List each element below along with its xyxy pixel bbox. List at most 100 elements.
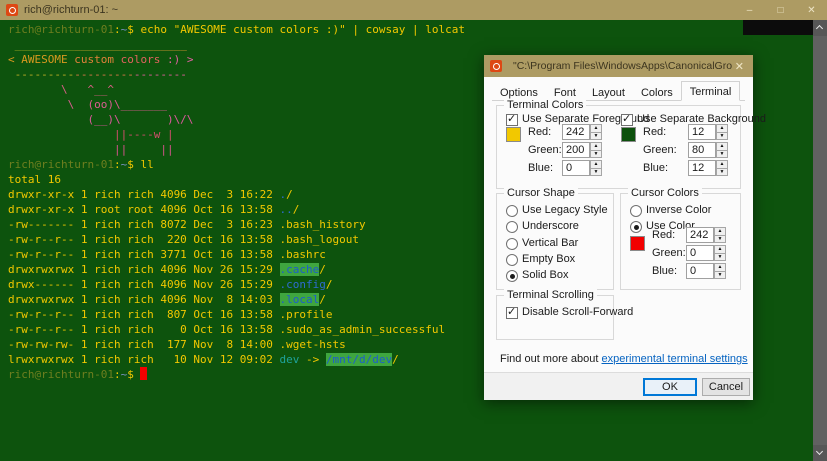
bg-green-spinner[interactable]: ▲▼	[716, 142, 728, 158]
spin-down-icon[interactable]: ▼	[714, 254, 726, 262]
terminal-text-segment: _________	[74, 38, 134, 51]
chevron-up-icon	[816, 25, 823, 32]
spin-down-icon[interactable]: ▼	[716, 169, 728, 177]
experimental-settings-link[interactable]: experimental terminal settings	[602, 353, 748, 365]
fg-green-value[interactable]: 200	[562, 142, 590, 158]
use-separate-background-checkbox[interactable]: ✓	[621, 114, 633, 126]
fg-green-spinner[interactable]: ▲▼	[590, 142, 602, 158]
radio-use-color[interactable]	[630, 221, 642, 233]
dialog-close-icon[interactable]: ✕	[732, 60, 747, 73]
maximize-button[interactable]: □	[765, 0, 796, 20]
terminal-text-segment: $ echo "AWESOME custom colors :)" | cows…	[127, 23, 465, 36]
terminal-line: rich@richturn-01:~$ echo "AWESOME custom…	[8, 22, 813, 37]
tab-layout[interactable]: Layout	[584, 84, 633, 101]
terminal-text-segment: :	[114, 158, 121, 171]
terminal-scrollbar[interactable]	[813, 20, 827, 461]
terminal-text-segment: colors	[121, 53, 167, 66]
fg-blue-value[interactable]: 0	[562, 160, 590, 176]
buffer-notch	[743, 20, 813, 35]
cursor-green-label: Green:	[652, 247, 686, 259]
terminal-text-segment: (__)\ )\/\	[8, 113, 193, 126]
terminal-text-segment: /	[286, 188, 293, 201]
terminal-text-segment: custom	[74, 53, 120, 66]
fg-blue-spinner[interactable]: ▲▼	[590, 160, 602, 176]
scroll-down-button[interactable]	[813, 445, 827, 461]
spin-up-icon[interactable]: ▲	[714, 227, 726, 236]
tab-terminal[interactable]: Terminal	[681, 81, 741, 101]
tab-colors[interactable]: Colors	[633, 84, 681, 101]
spin-down-icon[interactable]: ▼	[716, 151, 728, 159]
find-out-more-text: Find out more about	[500, 353, 602, 365]
terminal-text-segment: rich@richturn-01	[8, 23, 114, 36]
spin-down-icon[interactable]: ▼	[716, 133, 728, 141]
terminal-text-segment: ->	[299, 353, 326, 366]
window-titlebar[interactable]: rich@richturn-01: ~ – □ ✕	[0, 0, 827, 20]
spin-up-icon[interactable]: ▲	[714, 263, 726, 272]
scrollbar-thumb[interactable]	[813, 36, 827, 445]
fg-red-spinner[interactable]: ▲▼	[590, 124, 602, 140]
cursor-red-value[interactable]: 242	[686, 227, 714, 243]
terminal-text-segment: || ||	[8, 143, 174, 156]
disable-scroll-forward-checkbox[interactable]: ✓	[506, 307, 518, 319]
fg-red-value[interactable]: 242	[562, 124, 590, 140]
terminal-text-segment: drwx------ 1 rich rich 4096 Nov 26 15:29	[8, 278, 280, 291]
spin-down-icon[interactable]: ▼	[590, 169, 602, 177]
radio-vertical-bar[interactable]	[506, 238, 518, 250]
check-icon: ✓	[622, 112, 631, 125]
radio-dot-icon	[634, 225, 639, 230]
spin-up-icon[interactable]: ▲	[590, 142, 602, 151]
terminal-text-segment: /	[319, 263, 326, 276]
radio-inverse-color[interactable]	[630, 205, 642, 217]
spin-up-icon[interactable]: ▲	[716, 160, 728, 169]
fg-red-label: Red:	[528, 126, 551, 138]
bg-red-value[interactable]: 12	[688, 124, 716, 140]
terminal-line: __________________________	[8, 37, 813, 52]
close-button[interactable]: ✕	[796, 0, 827, 20]
spin-up-icon[interactable]: ▲	[716, 124, 728, 133]
bg-blue-spinner[interactable]: ▲▼	[716, 160, 728, 176]
cursor-color-swatch	[630, 236, 645, 251]
cursor-blue-spinner[interactable]: ▲▼	[714, 263, 726, 279]
spin-up-icon[interactable]: ▲	[590, 124, 602, 133]
spin-up-icon[interactable]: ▲	[714, 245, 726, 254]
terminal-text-segment: drwxr-xr-x 1 root root 4096 Oct 16 13:58	[8, 203, 280, 216]
spin-down-icon[interactable]: ▼	[714, 236, 726, 244]
cursor-green-spinner[interactable]: ▲▼	[714, 245, 726, 261]
terminal-text-segment: :	[114, 23, 121, 36]
terminal-text-segment: drwxrwxrwx 1 rich rich 4096 Nov 8 14:03	[8, 293, 280, 306]
spin-down-icon[interactable]: ▼	[714, 272, 726, 280]
ok-button[interactable]: OK	[643, 378, 697, 396]
spin-down-icon[interactable]: ▼	[590, 151, 602, 159]
radio-use-legacy-style[interactable]	[506, 205, 518, 217]
terminal-scrolling-label: Terminal Scrolling	[504, 289, 597, 301]
spin-up-icon[interactable]: ▲	[590, 160, 602, 169]
bg-blue-value[interactable]: 12	[688, 160, 716, 176]
radio-empty-box[interactable]	[506, 254, 518, 266]
spin-down-icon[interactable]: ▼	[590, 133, 602, 141]
cursor-colors-label: Cursor Colors	[628, 187, 702, 199]
inverse-color-label: Inverse Color	[646, 204, 711, 216]
cancel-button[interactable]: Cancel	[702, 378, 750, 396]
console-window: rich@richturn-01: ~ – □ ✕ rich@richturn-…	[0, 0, 827, 461]
cursor-red-spinner[interactable]: ▲▼	[714, 227, 726, 243]
terminal-text-segment: rich@richturn-01	[8, 368, 114, 381]
radio-solid-box[interactable]	[506, 270, 518, 282]
terminal-text-segment: _________	[8, 38, 74, 51]
bg-red-spinner[interactable]: ▲▼	[716, 124, 728, 140]
terminal-cursor	[140, 367, 147, 380]
spin-up-icon[interactable]: ▲	[716, 142, 728, 151]
radio-underscore[interactable]	[506, 221, 518, 233]
disable-scroll-forward-label: Disable Scroll-Forward	[522, 306, 633, 318]
bg-green-value[interactable]: 80	[688, 142, 716, 158]
terminal-text-segment: -rw-r--r-- 1 rich rich 220 Oct 16 13:58 …	[8, 233, 359, 246]
scroll-up-button[interactable]	[813, 20, 827, 36]
terminal-text-segment: ||----w |	[8, 128, 174, 141]
cursor-green-value[interactable]: 0	[686, 245, 714, 261]
cursor-blue-value[interactable]: 0	[686, 263, 714, 279]
terminal-colors-label: Terminal Colors	[504, 99, 586, 111]
minimize-button[interactable]: –	[734, 0, 765, 20]
use-separate-foreground-checkbox[interactable]: ✓	[506, 114, 518, 126]
terminal-text-segment: /	[293, 203, 300, 216]
window-title: rich@richturn-01: ~	[24, 4, 118, 16]
dialog-titlebar[interactable]: "C:\Program Files\WindowsApps\CanonicalG…	[484, 55, 753, 77]
